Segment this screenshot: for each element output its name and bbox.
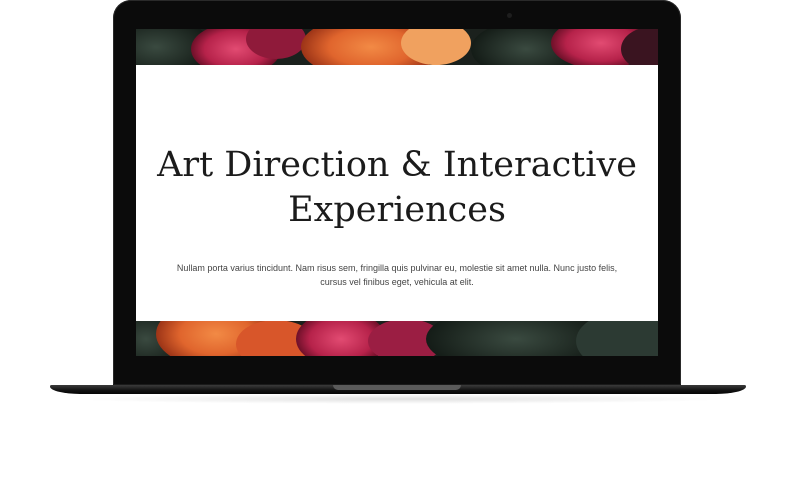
hero-title-line-1: Art Direction & Interactive	[157, 145, 637, 185]
hero-title: Art Direction & Interactive Experiences	[136, 143, 658, 233]
camera-icon	[507, 13, 512, 18]
laptop-opening-notch	[333, 385, 461, 390]
hero-body-text: Nullam porta varius tincidunt. Nam risus…	[176, 263, 618, 287]
laptop-shadow	[70, 394, 730, 404]
hero-title-line-2: Experiences	[288, 190, 506, 230]
